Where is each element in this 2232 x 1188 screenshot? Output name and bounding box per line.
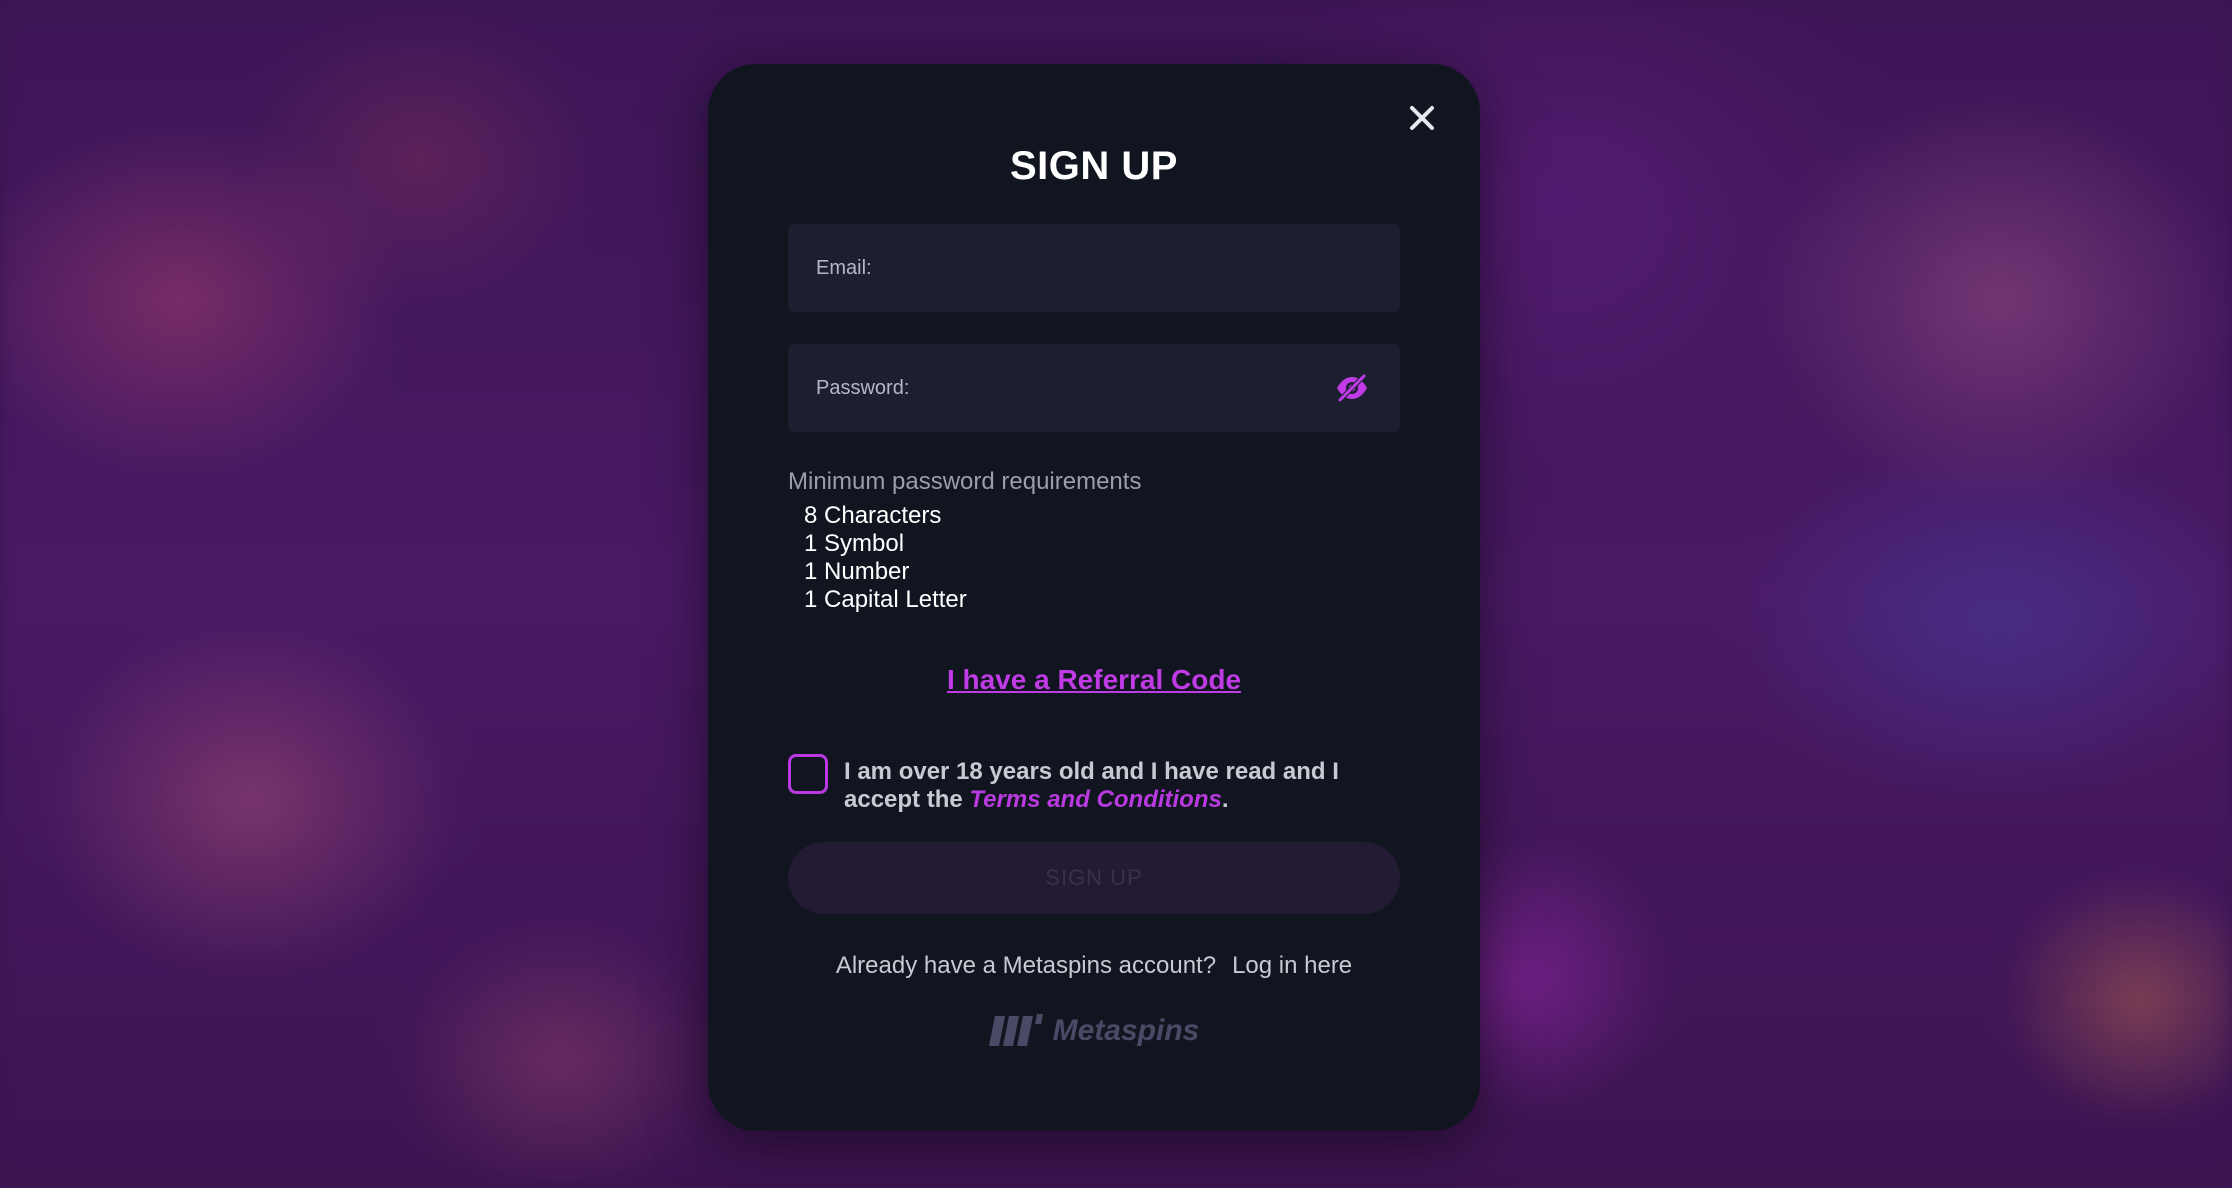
email-input[interactable] bbox=[877, 256, 1372, 280]
toggle-password-visibility-button[interactable] bbox=[1332, 368, 1372, 408]
password-input[interactable] bbox=[915, 376, 1332, 400]
eye-off-icon bbox=[1337, 373, 1367, 403]
email-label: Email: bbox=[816, 256, 872, 279]
password-field[interactable]: Password: bbox=[788, 344, 1400, 432]
email-field[interactable]: Email: bbox=[788, 224, 1400, 312]
requirement-item: 1 Capital Letter bbox=[804, 586, 967, 613]
terms-and-conditions-link[interactable]: Terms and Conditions bbox=[969, 786, 1221, 813]
page-title: SIGN UP bbox=[1010, 144, 1178, 188]
signup-modal: SIGN UP Email: Password: Minimum passwor… bbox=[708, 64, 1480, 1131]
password-requirements-title: Minimum password requirements bbox=[788, 468, 1142, 495]
terms-text: I am over 18 years old and I have read a… bbox=[844, 758, 1408, 814]
requirement-item: 1 Symbol bbox=[804, 530, 905, 557]
terms-suffix: . bbox=[1221, 786, 1229, 813]
brand-logo-text: Metaspins bbox=[1052, 1014, 1200, 1047]
requirement-item: 1 Number bbox=[804, 558, 910, 585]
login-prompt-row: Already have a Metaspins account? Log in … bbox=[708, 952, 1480, 980]
referral-section: I have a Referral Code bbox=[708, 664, 1480, 696]
requirement-item: 8 Characters bbox=[804, 502, 942, 529]
metaspins-logo-icon bbox=[988, 1014, 1043, 1046]
login-prompt-text: Already have a Metaspins account? bbox=[835, 952, 1217, 979]
login-link[interactable]: Log in here bbox=[1232, 952, 1352, 979]
referral-code-link[interactable]: I have a Referral Code bbox=[947, 664, 1241, 695]
close-icon bbox=[1410, 106, 1434, 130]
terms-checkbox[interactable] bbox=[788, 754, 828, 794]
password-label: Password: bbox=[816, 376, 910, 399]
password-requirements-list: 8 Characters 1 Symbol 1 Number 1 Capital… bbox=[804, 502, 967, 614]
terms-row: I am over 18 years old and I have read a… bbox=[788, 754, 1408, 814]
brand-logo: Metaspins bbox=[708, 1014, 1480, 1048]
signup-submit-button[interactable]: SIGN UP bbox=[788, 842, 1400, 914]
close-button[interactable] bbox=[1402, 98, 1442, 138]
